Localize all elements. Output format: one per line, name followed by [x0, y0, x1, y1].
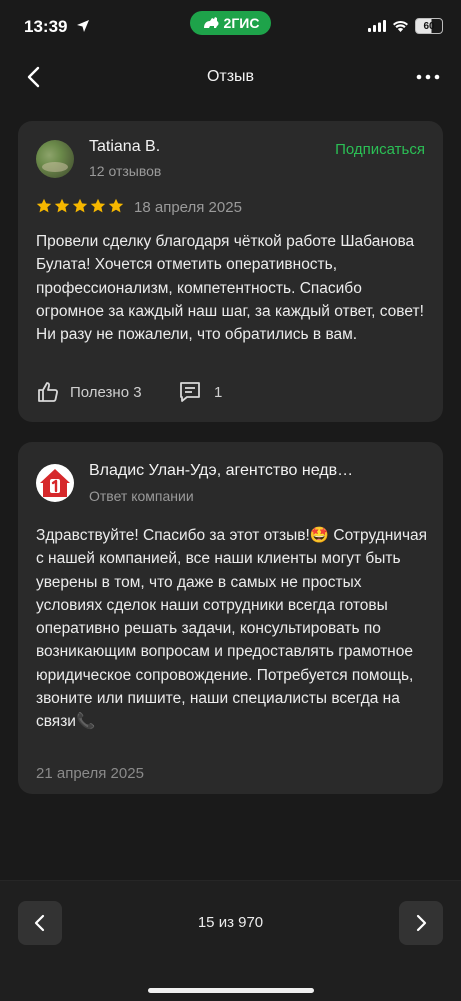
app-brand-pill[interactable]: 2ГИС [190, 11, 271, 35]
battery-level: 60 [423, 20, 435, 32]
useful-label: Полезно 3 [70, 383, 142, 401]
dog-icon [203, 17, 219, 28]
review-date: 18 апреля 2025 [134, 199, 242, 216]
thumbs-up-icon [38, 382, 58, 402]
nav-bar: Отзыв [0, 55, 461, 99]
review-card: Tatiana B. 12 отзывов Подписаться 18 апр… [18, 121, 443, 422]
reply-date: 21 апреля 2025 [36, 765, 144, 782]
status-icons: 60 [368, 18, 443, 34]
author-reviews-count: 12 отзывов [89, 163, 162, 179]
rating-stars [36, 198, 124, 214]
author-avatar[interactable] [36, 140, 74, 178]
subscribe-button[interactable]: Подписаться [335, 141, 425, 158]
reply-text: Здравствуйте! Спасибо за этот отзыв!🤩 Со… [36, 527, 428, 731]
star-icon [90, 198, 106, 213]
company-reply-card: Владис Улан-Удэ, агентство недв… Ответ к… [18, 442, 443, 794]
star-icon [108, 198, 124, 213]
more-options-icon[interactable] [415, 66, 441, 88]
star-icon [72, 198, 88, 213]
company-name[interactable]: Владис Улан-Удэ, агентство недв… [89, 462, 353, 480]
cellular-signal-icon [368, 20, 386, 32]
location-arrow-icon [77, 20, 89, 32]
battery-icon: 60 [415, 18, 443, 34]
useful-button[interactable]: Полезно 3 [36, 380, 142, 404]
house-logo-icon [40, 469, 70, 497]
author-name[interactable]: Tatiana B. [89, 138, 160, 156]
next-review-button[interactable] [399, 901, 443, 945]
pagination-label: 15 из 970 [197, 914, 264, 931]
comments-count: 1 [214, 383, 223, 401]
brand-label: 2ГИС [223, 15, 260, 31]
pagination-bar: 15 из 970 [0, 880, 461, 1001]
home-indicator[interactable] [148, 988, 314, 993]
star-icon [54, 198, 70, 213]
status-bar: 13:39 2ГИС 60 [0, 0, 461, 52]
reply-subtitle: Ответ компании [89, 488, 194, 504]
comment-icon [180, 382, 200, 402]
wifi-icon [393, 20, 408, 32]
chevron-right-icon [416, 914, 427, 932]
status-time: 13:39 [24, 17, 68, 36]
comments-button[interactable]: 1 [178, 380, 222, 404]
company-logo[interactable] [36, 464, 74, 502]
page-title: Отзыв [206, 68, 255, 85]
review-text: Провели сделку благодаря чёткой работе Ш… [36, 233, 424, 344]
star-icon [36, 198, 52, 213]
